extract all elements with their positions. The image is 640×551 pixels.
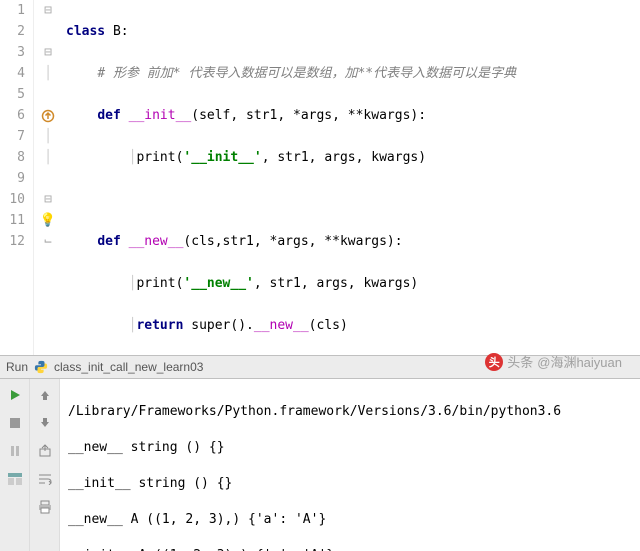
line-number: 2: [0, 21, 25, 42]
comment: # 形参 前加* 代表导入数据可以是数组，加**代表导入数据可以是字典: [97, 66, 516, 81]
line-number: 6: [0, 105, 25, 126]
fold-guide: │: [44, 147, 52, 168]
keyword: class: [66, 24, 105, 39]
string: '__new__': [183, 276, 253, 291]
class-name: B:: [105, 24, 128, 39]
line-number: 3: [0, 42, 25, 63]
line-number: 11: [0, 210, 25, 231]
line-number-gutter: 1 2 3 4 5 6 7 8 9 10 11 12: [0, 0, 34, 355]
args: , str1, args, kwargs): [262, 150, 426, 165]
params: (self, str1, *args, **kwargs):: [191, 108, 426, 123]
line-number: 10: [0, 189, 25, 210]
run-toolbar-primary: [0, 379, 30, 551]
fold-guide: │: [44, 126, 52, 147]
run-button[interactable]: [5, 385, 25, 405]
function-name: __init__: [129, 108, 192, 123]
call: print(: [136, 150, 183, 165]
export-icon[interactable]: [35, 441, 55, 461]
line-number: 12: [0, 231, 25, 252]
stop-button[interactable]: [5, 413, 25, 433]
pause-button[interactable]: [5, 441, 25, 461]
fold-end-icon: ⌙: [44, 231, 52, 252]
string: '__init__': [183, 150, 261, 165]
fold-guide: │: [44, 63, 52, 84]
watermark-handle: @海渊haiyuan: [537, 352, 622, 371]
override-icon[interactable]: [41, 109, 55, 123]
up-arrow-icon[interactable]: [35, 385, 55, 405]
down-arrow-icon[interactable]: [35, 413, 55, 433]
line-number: 7: [0, 126, 25, 147]
function-name: __new__: [129, 234, 184, 249]
console-line: /Library/Frameworks/Python.framework/Ver…: [68, 403, 632, 421]
line-number: 4: [0, 63, 25, 84]
call: print(: [136, 276, 183, 291]
watermark-prefix: 头条: [507, 352, 533, 371]
run-panel: /Library/Frameworks/Python.framework/Ver…: [0, 379, 640, 551]
keyword: def: [97, 234, 120, 249]
args: (cls): [309, 318, 348, 333]
python-file-icon: [34, 360, 48, 374]
console-output[interactable]: /Library/Frameworks/Python.framework/Ver…: [60, 379, 640, 551]
run-config-name[interactable]: class_init_call_new_learn03: [54, 360, 203, 374]
wrap-icon[interactable]: [35, 469, 55, 489]
console-line: __init__ string () {}: [68, 475, 632, 493]
keyword: def: [97, 108, 120, 123]
console-line: __init__ A ((1, 2, 3),) {'a': 'A'}: [68, 547, 632, 551]
fold-icon[interactable]: ⊟: [44, 189, 52, 210]
print-icon[interactable]: [35, 497, 55, 517]
line-number: 8: [0, 147, 25, 168]
bulb-icon[interactable]: 💡: [40, 210, 56, 231]
console-line: __new__ string () {}: [68, 439, 632, 457]
call: super().: [191, 318, 254, 333]
params: (cls,str1, *args, **kwargs):: [183, 234, 402, 249]
layout-button[interactable]: [5, 469, 25, 489]
watermark: 头 头条 @海渊haiyuan: [485, 352, 622, 371]
line-number: 1: [0, 0, 25, 21]
keyword: return: [136, 318, 183, 333]
line-number: 9: [0, 168, 25, 189]
fold-icon[interactable]: ⊟: [44, 0, 52, 21]
function-name: __new__: [254, 318, 309, 333]
code-area[interactable]: class B: # 形参 前加* 代表导入数据可以是数组，加**代表导入数据可…: [62, 0, 640, 355]
fold-icon[interactable]: ⊟: [44, 42, 52, 63]
args: , str1, args, kwargs): [254, 276, 418, 291]
marker-gutter: ⊟ ⊟ │ │ │ ⊟ 💡 ⌙: [34, 0, 62, 355]
run-label: Run: [6, 360, 28, 374]
console-line: __new__ A ((1, 2, 3),) {'a': 'A'}: [68, 511, 632, 529]
code-editor[interactable]: 1 2 3 4 5 6 7 8 9 10 11 12 ⊟ ⊟ │ │ │ ⊟ 💡…: [0, 0, 640, 355]
line-number: 5: [0, 84, 25, 105]
watermark-logo-icon: 头: [485, 353, 503, 371]
run-toolbar-secondary: [30, 379, 60, 551]
